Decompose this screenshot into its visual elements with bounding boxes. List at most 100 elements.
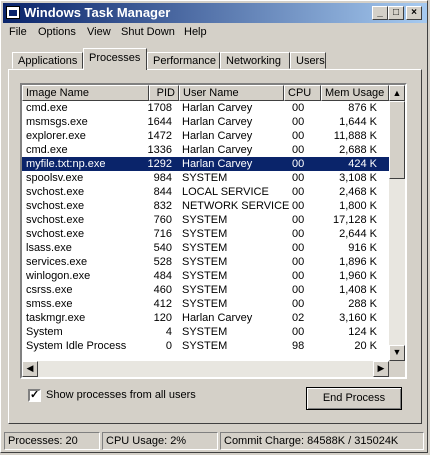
close-button[interactable]: × bbox=[406, 6, 422, 20]
end-process-button[interactable]: End Process bbox=[306, 387, 402, 410]
column-image-name[interactable]: Image Name bbox=[22, 85, 149, 101]
process-name-cell: csrss.exe bbox=[26, 284, 73, 296]
table-row[interactable]: cmd.exe 1336 Harlan Carvey 00 2,688 K bbox=[22, 143, 389, 157]
process-name-cell: smss.exe bbox=[26, 298, 73, 310]
process-mem-cell: 1,644 K bbox=[339, 116, 377, 128]
down-arrow-icon[interactable]: ▼ bbox=[389, 345, 405, 361]
show-all-users-checkbox[interactable]: ✓ bbox=[28, 389, 41, 402]
column-pid[interactable]: PID bbox=[149, 85, 179, 101]
process-user-cell: Harlan Carvey bbox=[182, 102, 253, 114]
table-row[interactable]: System Idle Process 0 SYSTEM 98 20 K bbox=[22, 339, 389, 353]
tab-users[interactable]: Users bbox=[290, 52, 326, 69]
process-name-cell: winlogon.exe bbox=[26, 270, 91, 282]
process-name-cell: svchost.exe bbox=[26, 186, 85, 198]
menu-shut-down[interactable]: Shut Down bbox=[121, 26, 175, 38]
column-user-name[interactable]: User Name bbox=[179, 85, 284, 101]
table-row[interactable]: taskmgr.exe 120 Harlan Carvey 02 3,160 K bbox=[22, 311, 389, 325]
process-pid-cell: 528 bbox=[153, 256, 172, 268]
process-user-cell: SYSTEM bbox=[182, 256, 228, 268]
show-all-users-label[interactable]: Show processes from all users bbox=[46, 389, 196, 401]
menu-bar: File Options View Shut Down Help bbox=[3, 24, 427, 42]
menu-view[interactable]: View bbox=[87, 26, 111, 38]
menu-file[interactable]: File bbox=[9, 26, 27, 38]
menu-help[interactable]: Help bbox=[184, 26, 207, 38]
table-row[interactable]: explorer.exe 1472 Harlan Carvey 00 11,888 K bbox=[22, 129, 389, 143]
process-pid-cell: 460 bbox=[153, 284, 172, 296]
title-bar[interactable]: Windows Task Manager _ □ × bbox=[3, 3, 427, 23]
process-mem-cell: 1,960 K bbox=[339, 270, 377, 282]
process-cpu-cell: 00 bbox=[292, 144, 305, 156]
process-pid-cell: 1292 bbox=[147, 158, 172, 170]
process-user-cell: Harlan Carvey bbox=[182, 116, 253, 128]
process-user-cell: SYSTEM bbox=[182, 284, 228, 296]
process-name-cell: cmd.exe bbox=[26, 102, 68, 114]
process-user-cell: SYSTEM bbox=[182, 270, 228, 282]
process-pid-cell: 1336 bbox=[147, 144, 172, 156]
process-user-cell: SYSTEM bbox=[182, 298, 228, 310]
scrollbar-corner bbox=[389, 361, 405, 377]
table-row[interactable]: myfile.txt:np.exe 1292 Harlan Carvey 00 424 … bbox=[22, 157, 389, 171]
process-name-cell: svchost.exe bbox=[26, 214, 85, 226]
tab-processes[interactable]: Processes bbox=[83, 48, 147, 70]
menu-options[interactable]: Options bbox=[38, 26, 76, 38]
process-mem-cell: 3,108 K bbox=[339, 172, 377, 184]
list-header: Image Name PID User Name CPU Mem Usage ▲ bbox=[22, 85, 405, 101]
table-row[interactable]: csrss.exe 460 SYSTEM 00 1,408 K bbox=[22, 283, 389, 297]
process-cpu-cell: 00 bbox=[292, 172, 305, 184]
process-rows: cmd.exe 1708 Harlan Carvey 00 876 Kmsmsgs.ex… bbox=[22, 101, 389, 353]
process-pid-cell: 120 bbox=[153, 312, 172, 324]
process-user-cell: Harlan Carvey bbox=[182, 312, 253, 324]
table-row[interactable]: svchost.exe 716 SYSTEM 00 2,644 K bbox=[22, 227, 389, 241]
minimize-button[interactable]: _ bbox=[372, 6, 388, 20]
process-cpu-cell: 00 bbox=[292, 228, 305, 240]
process-cpu-cell: 00 bbox=[292, 298, 305, 310]
right-arrow-icon[interactable]: ▶ bbox=[373, 361, 389, 377]
table-row[interactable]: spoolsv.exe 984 SYSTEM 00 3,108 K bbox=[22, 171, 389, 185]
process-mem-cell: 20 K bbox=[354, 340, 377, 352]
process-mem-cell: 124 K bbox=[348, 326, 377, 338]
process-pid-cell: 984 bbox=[153, 172, 172, 184]
table-row[interactable]: svchost.exe 760 SYSTEM 00 17,128 K bbox=[22, 213, 389, 227]
process-mem-cell: 1,800 K bbox=[339, 200, 377, 212]
table-row[interactable]: lsass.exe 540 SYSTEM 00 916 K bbox=[22, 241, 389, 255]
process-cpu-cell: 00 bbox=[292, 256, 305, 268]
process-pid-cell: 1644 bbox=[147, 116, 172, 128]
tab-applications[interactable]: Applications bbox=[12, 52, 83, 69]
tab-networking[interactable]: Networking bbox=[220, 52, 290, 69]
table-row[interactable]: services.exe 528 SYSTEM 00 1,896 K bbox=[22, 255, 389, 269]
table-row[interactable]: smss.exe 412 SYSTEM 00 288 K bbox=[22, 297, 389, 311]
scroll-up-button[interactable]: ▲ bbox=[389, 85, 405, 101]
process-user-cell: SYSTEM bbox=[182, 228, 228, 240]
process-mem-cell: 876 K bbox=[348, 102, 377, 114]
process-mem-cell: 11,888 K bbox=[333, 130, 377, 142]
table-row[interactable]: msmsgs.exe 1644 Harlan Carvey 00 1,644 K bbox=[22, 115, 389, 129]
process-pid-cell: 716 bbox=[153, 228, 172, 240]
table-row[interactable]: svchost.exe 832 NETWORK SERVICE 00 1,800 K bbox=[22, 199, 389, 213]
column-cpu[interactable]: CPU bbox=[284, 85, 321, 101]
column-mem-usage[interactable]: Mem Usage bbox=[321, 85, 389, 101]
process-cpu-cell: 00 bbox=[292, 186, 305, 198]
scroll-thumb[interactable] bbox=[389, 101, 405, 179]
process-pid-cell: 760 bbox=[153, 214, 172, 226]
process-name-cell: explorer.exe bbox=[26, 130, 86, 142]
process-user-cell: Harlan Carvey bbox=[182, 144, 253, 156]
process-cpu-cell: 00 bbox=[292, 284, 305, 296]
maximize-button[interactable]: □ bbox=[388, 6, 404, 20]
status-commit-charge: Commit Charge: 84588K / 315024K bbox=[220, 432, 424, 450]
process-user-cell: Harlan Carvey bbox=[182, 130, 253, 142]
horizontal-scrollbar[interactable]: ◀ ▶ bbox=[22, 361, 389, 377]
table-row[interactable]: winlogon.exe 484 SYSTEM 00 1,960 K bbox=[22, 269, 389, 283]
left-arrow-icon[interactable]: ◀ bbox=[22, 361, 38, 377]
process-user-cell: SYSTEM bbox=[182, 172, 228, 184]
process-name-cell: System bbox=[26, 326, 63, 338]
table-row[interactable]: cmd.exe 1708 Harlan Carvey 00 876 K bbox=[22, 101, 389, 115]
vertical-scrollbar[interactable]: ▼ bbox=[389, 101, 405, 361]
process-cpu-cell: 00 bbox=[292, 200, 305, 212]
table-row[interactable]: System 4 SYSTEM 00 124 K bbox=[22, 325, 389, 339]
status-cpu-usage: CPU Usage: 2% bbox=[102, 432, 218, 450]
table-row[interactable]: svchost.exe 844 LOCAL SERVICE 00 2,468 K bbox=[22, 185, 389, 199]
process-cpu-cell: 00 bbox=[292, 158, 305, 170]
tab-performance[interactable]: Performance bbox=[147, 52, 220, 69]
process-list[interactable]: Image Name PID User Name CPU Mem Usage ▲… bbox=[20, 83, 407, 379]
process-mem-cell: 916 K bbox=[348, 242, 377, 254]
